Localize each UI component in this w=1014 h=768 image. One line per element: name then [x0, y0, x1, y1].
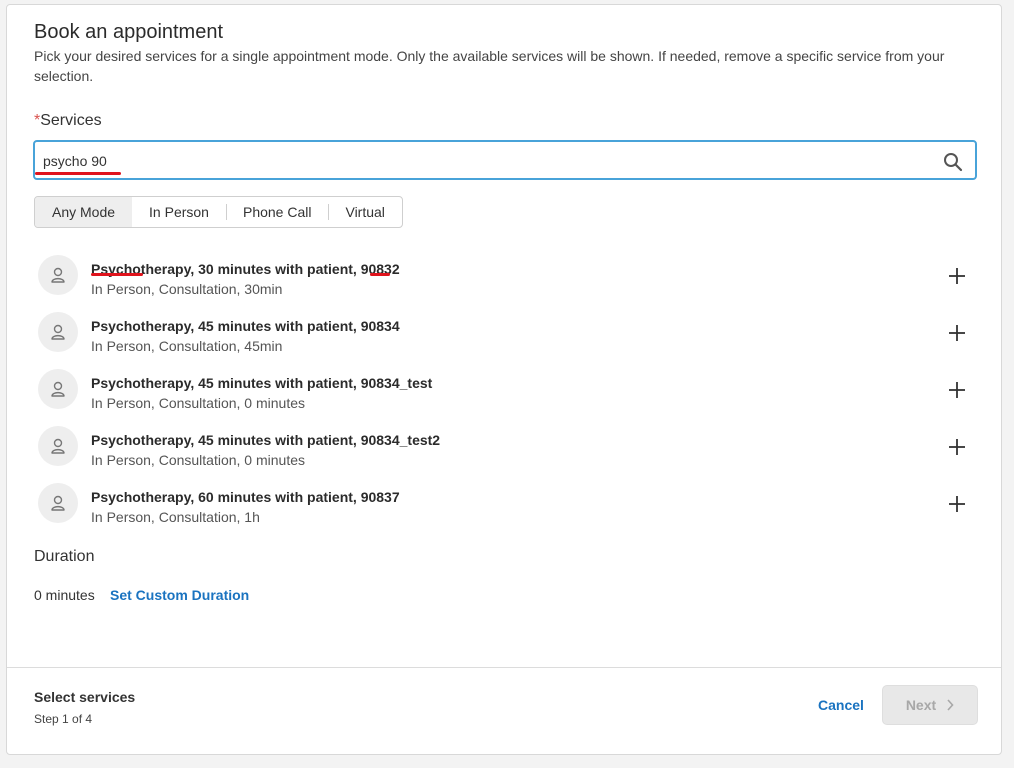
service-details: In Person, Consultation, 30min	[91, 281, 283, 297]
add-icon[interactable]	[948, 381, 966, 399]
cancel-button[interactable]: Cancel	[818, 697, 864, 713]
set-custom-duration-link[interactable]: Set Custom Duration	[110, 587, 249, 603]
annotation-underline	[91, 273, 143, 276]
service-details: In Person, Consultation, 1h	[91, 509, 260, 525]
service-item: Psychotherapy, 45 minutes with patient, …	[34, 420, 978, 477]
services-label: *Services	[34, 112, 102, 130]
mode-filter-group: Any Mode In Person Phone Call Virtual	[34, 196, 403, 228]
page-subtitle: Pick your desired services for a single …	[34, 48, 945, 84]
service-name: Psychotherapy, 45 minutes with patient, …	[91, 432, 441, 448]
services-search-box[interactable]	[33, 140, 977, 180]
add-icon[interactable]	[948, 324, 966, 342]
duration-title: Duration	[34, 548, 95, 565]
chevron-right-icon	[947, 699, 954, 711]
tab-label: Phone Call	[242, 204, 312, 220]
service-name: Psychotherapy, 45 minutes with patient, …	[91, 375, 433, 391]
booking-card: Book an appointment Pick your desired se…	[6, 4, 1002, 755]
tab-label: Virtual	[345, 204, 385, 220]
tab-label: Any Mode	[52, 204, 116, 220]
duration-value: 0 minutes	[34, 587, 95, 603]
services-label-text: Services	[40, 112, 102, 129]
tab-virtual[interactable]: Virtual	[328, 197, 401, 227]
person-icon	[38, 426, 78, 466]
annotation-underline	[35, 172, 121, 175]
service-item: Psychotherapy, 30 minutes with patient, …	[34, 249, 978, 306]
service-item: Psychotherapy, 60 minutes with patient, …	[34, 477, 978, 534]
service-item: Psychotherapy, 45 minutes with patient, …	[34, 306, 978, 363]
service-details: In Person, Consultation, 45min	[91, 338, 283, 354]
annotation-underline	[370, 273, 390, 276]
tab-in-person[interactable]: In Person	[132, 197, 226, 227]
next-button-label: Next	[905, 697, 937, 713]
services-search-input[interactable]	[43, 151, 923, 171]
service-item: Psychotherapy, 45 minutes with patient, …	[34, 363, 978, 420]
service-name: Psychotherapy, 45 minutes with patient, …	[91, 318, 400, 334]
person-icon	[38, 483, 78, 523]
tab-label: In Person	[149, 204, 209, 220]
footer-title: Select services	[34, 689, 136, 705]
tab-phone-call[interactable]: Phone Call	[225, 197, 329, 227]
tab-any-mode[interactable]: Any Mode	[35, 197, 133, 227]
person-icon	[38, 369, 78, 409]
search-icon[interactable]	[943, 152, 963, 172]
person-icon	[38, 312, 78, 352]
service-name: Psychotherapy, 60 minutes with patient, …	[91, 489, 400, 505]
service-details: In Person, Consultation, 0 minutes	[91, 395, 306, 411]
page-title: Book an appointment	[34, 21, 224, 43]
next-button[interactable]: Next	[882, 685, 978, 725]
service-details: In Person, Consultation, 0 minutes	[91, 452, 306, 468]
add-icon[interactable]	[948, 495, 966, 513]
step-indicator: Step 1 of 4	[34, 712, 93, 726]
add-icon[interactable]	[948, 267, 966, 285]
footer-divider	[7, 667, 1001, 668]
add-icon[interactable]	[948, 438, 966, 456]
person-icon	[38, 255, 78, 295]
service-list: Psychotherapy, 30 minutes with patient, …	[34, 249, 978, 534]
